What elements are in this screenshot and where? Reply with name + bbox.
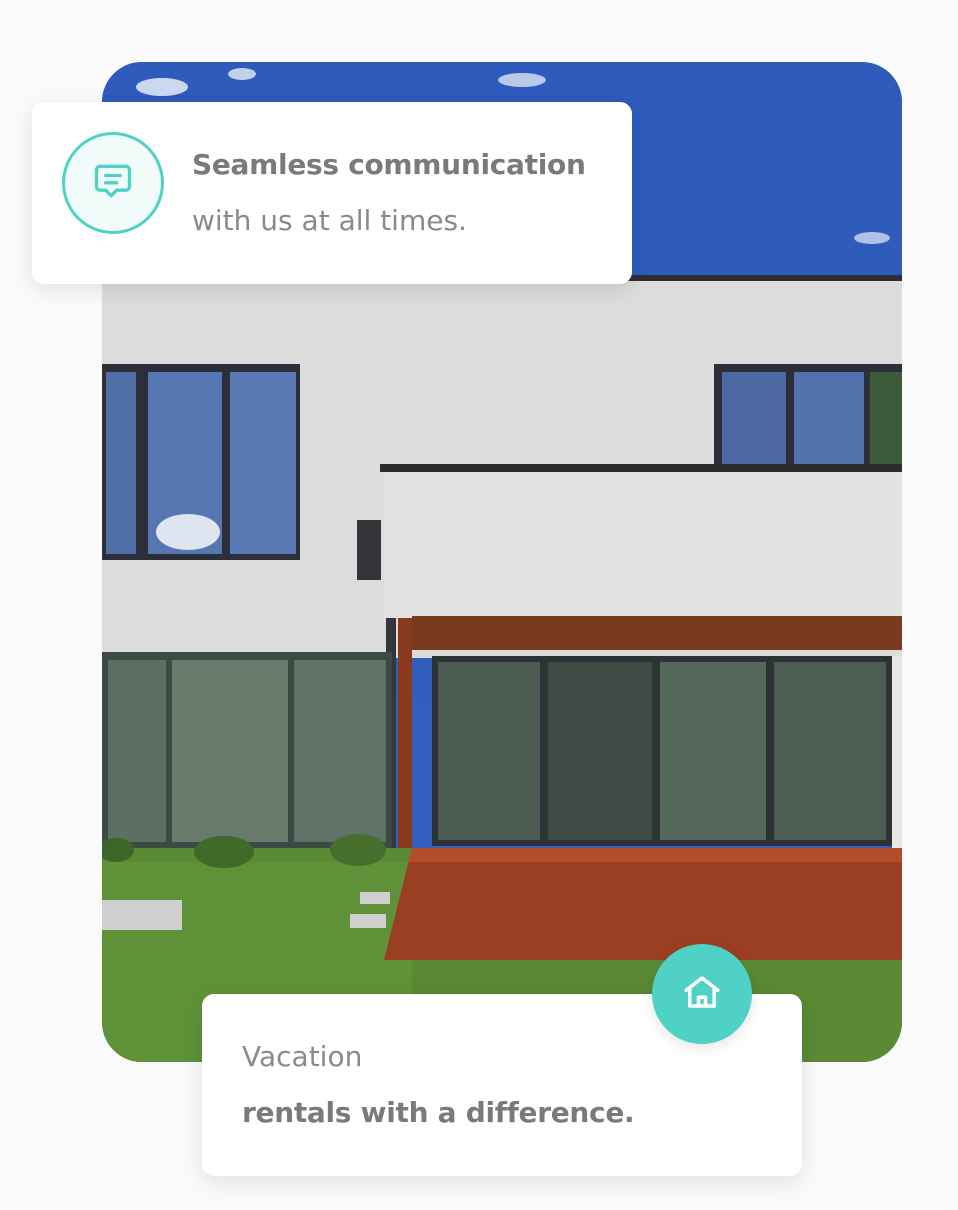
communication-card: Seamless communication with us at all ti…: [32, 102, 632, 284]
communication-title: Seamless communication: [192, 148, 586, 181]
communication-subtitle: with us at all times.: [192, 204, 467, 237]
home-badge: [652, 944, 752, 1044]
rentals-title: Vacation: [242, 1040, 363, 1073]
rentals-subtitle: rentals with a difference.: [242, 1096, 635, 1129]
communication-icon-badge: [62, 132, 164, 234]
chat-bubble-icon: [91, 159, 135, 207]
home-icon: [681, 971, 723, 1017]
